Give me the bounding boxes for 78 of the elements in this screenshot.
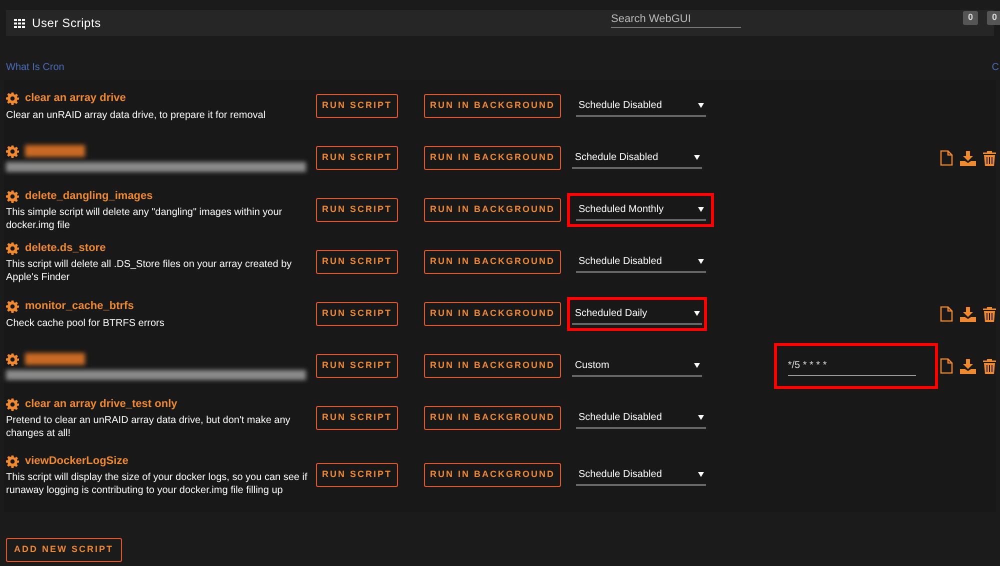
script-description: This script will delete all .DS_Store files on your array created by Apple's Finder bbox=[6, 258, 293, 284]
schedule-select[interactable]: Schedule Disabled bbox=[576, 95, 706, 117]
caret-icon bbox=[698, 206, 704, 212]
run-script-button[interactable]: RUN SCRIPT bbox=[316, 354, 398, 378]
caret-icon bbox=[698, 102, 704, 108]
script-description: This simple script will delete any "dangling" images within your docker.img file bbox=[6, 206, 284, 232]
gear-icon[interactable] bbox=[6, 352, 19, 366]
gear-icon[interactable] bbox=[6, 454, 19, 468]
trash-icon[interactable] bbox=[983, 358, 996, 374]
run-script-button[interactable]: RUN SCRIPT bbox=[316, 250, 398, 274]
schedule-select[interactable]: Scheduled Daily bbox=[572, 303, 702, 325]
schedule-select[interactable]: Schedule Disabled bbox=[576, 251, 706, 273]
run-script-button[interactable]: RUN SCRIPT bbox=[316, 198, 398, 222]
gear-icon[interactable] bbox=[6, 398, 19, 410]
schedule-value: Scheduled Monthly bbox=[578, 202, 664, 216]
schedule-select[interactable]: Schedule Disabled bbox=[576, 464, 706, 486]
schedule-value: Scheduled Daily bbox=[574, 306, 648, 320]
gear-icon[interactable] bbox=[6, 92, 19, 105]
cron-field[interactable]: */5 * * * * bbox=[788, 356, 916, 376]
schedule-value: Custom bbox=[574, 358, 610, 372]
run-in-background-button[interactable]: RUN IN BACKGROUND bbox=[424, 250, 562, 274]
script-name[interactable]: monitor_cache_btrfs bbox=[25, 298, 134, 315]
schedule-select[interactable]: Schedule Disabled bbox=[576, 407, 706, 429]
add-new-script-button[interactable]: ADD NEW SCRIPT bbox=[6, 538, 122, 562]
schedule-select[interactable]: Scheduled Monthly bbox=[576, 199, 706, 221]
blurred-title bbox=[25, 353, 85, 365]
gear-icon[interactable] bbox=[6, 242, 19, 254]
file-icon[interactable] bbox=[940, 150, 953, 166]
run-script-button[interactable]: RUN SCRIPT bbox=[316, 406, 398, 430]
gear-icon[interactable] bbox=[6, 190, 19, 202]
count-badge: 0 bbox=[987, 11, 1000, 25]
gear-icon[interactable] bbox=[6, 300, 19, 313]
schedule-value: Schedule Disabled bbox=[578, 254, 662, 268]
caret-icon bbox=[694, 154, 700, 160]
file-icon[interactable] bbox=[940, 306, 953, 322]
script-name[interactable]: viewDockerLogSize bbox=[25, 452, 128, 470]
script-name[interactable]: clear an array drive_test only bbox=[25, 396, 178, 412]
script-name[interactable]: clear an array drive bbox=[25, 90, 126, 107]
run-in-background-button[interactable]: RUN IN BACKGROUND bbox=[424, 198, 562, 222]
run-script-button[interactable]: RUN SCRIPT bbox=[316, 94, 398, 118]
caret-icon bbox=[698, 414, 704, 420]
run-script-button[interactable]: RUN SCRIPT bbox=[316, 302, 398, 326]
caret-icon bbox=[698, 472, 704, 476]
run-script-button[interactable]: RUN SCRIPT bbox=[316, 463, 398, 487]
trash-icon[interactable] bbox=[983, 150, 996, 166]
file-icon[interactable] bbox=[940, 358, 953, 374]
download-icon[interactable] bbox=[960, 150, 976, 166]
schedule-value: Schedule Disabled bbox=[578, 410, 662, 424]
download-icon[interactable] bbox=[960, 358, 976, 374]
schedule-select[interactable]: Schedule Disabled bbox=[572, 147, 702, 169]
run-in-background-button[interactable]: RUN IN BACKGROUND bbox=[424, 354, 562, 378]
script-description: Clear an unRAID array data drive, to prepare it for removal bbox=[6, 108, 267, 122]
page-title: User Scripts bbox=[32, 15, 101, 32]
script-description: This script will display the size of your docker logs, so you can see if runaway logging is contributing to your docker.img file filling up bbox=[6, 471, 308, 498]
caret-icon bbox=[694, 362, 700, 368]
schedule-select[interactable]: Custom bbox=[572, 355, 702, 377]
run-in-background-button[interactable]: RUN IN BACKGROUND bbox=[424, 94, 562, 118]
script-description: Pretend to clear an unRAID array data drive, but don't make any changes at all! bbox=[6, 414, 292, 440]
run-in-background-button[interactable]: RUN IN BACKGROUND bbox=[424, 406, 562, 430]
script-description: Check cache pool for BTRFS errors bbox=[6, 316, 166, 330]
download-icon[interactable] bbox=[960, 306, 976, 322]
schedule-value: Schedule Disabled bbox=[574, 150, 658, 164]
caret-icon bbox=[694, 310, 700, 316]
script-name[interactable]: delete_dangling_images bbox=[25, 188, 153, 204]
script-name[interactable]: delete.ds_store bbox=[25, 240, 106, 256]
gear-icon[interactable] bbox=[6, 144, 19, 158]
caret-icon bbox=[698, 258, 704, 264]
run-in-background-button[interactable]: RUN IN BACKGROUND bbox=[424, 463, 562, 487]
blurred-title bbox=[25, 145, 85, 157]
search-field[interactable]: Search WebGUI bbox=[611, 10, 741, 28]
run-in-background-button[interactable]: RUN IN BACKGROUND bbox=[424, 302, 562, 326]
schedule-value: Schedule Disabled bbox=[578, 98, 662, 112]
schedule-value: Schedule Disabled bbox=[578, 468, 662, 482]
trash-icon[interactable] bbox=[983, 306, 996, 322]
run-in-background-button[interactable]: RUN IN BACKGROUND bbox=[424, 146, 562, 170]
run-script-button[interactable]: RUN SCRIPT bbox=[316, 146, 398, 170]
grid-icon bbox=[14, 18, 25, 28]
count-badge: 0 bbox=[963, 11, 978, 25]
